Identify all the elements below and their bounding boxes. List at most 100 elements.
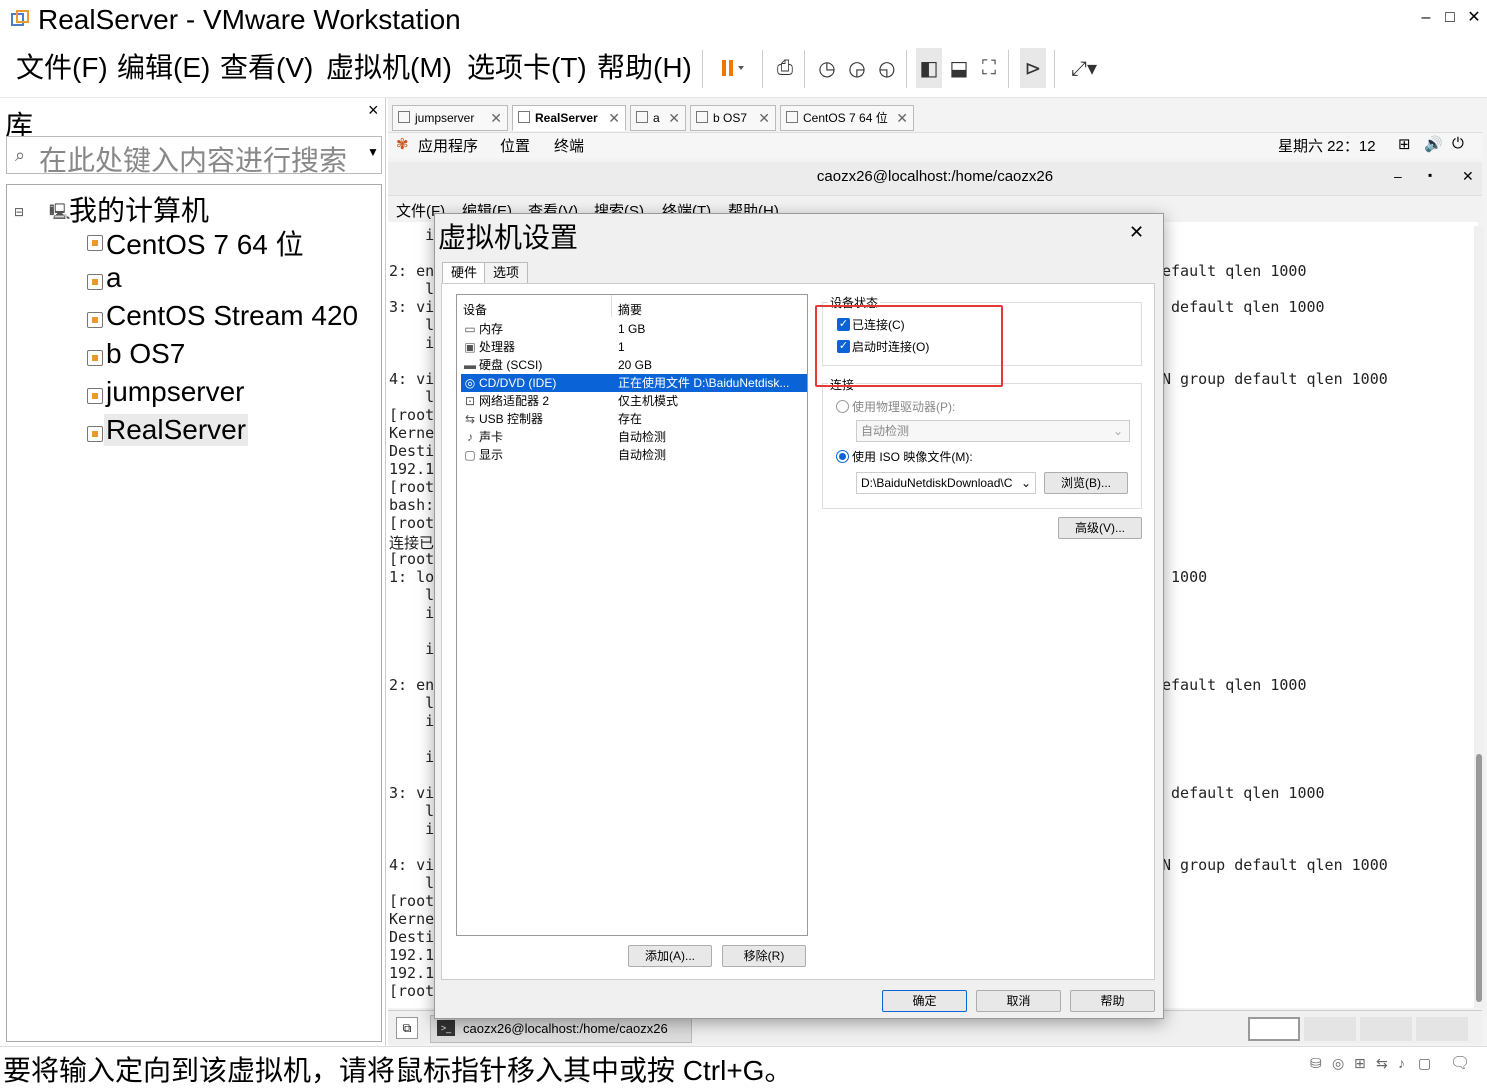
terminal-scrollbar[interactable] xyxy=(1474,226,1484,1008)
show-library-icon[interactable]: ◧ xyxy=(916,48,942,88)
menu-help[interactable]: 帮助(H) xyxy=(597,50,692,86)
device-row[interactable]: ▣ 处理器 1 xyxy=(461,338,807,356)
tab-close-icon[interactable]: ✕ xyxy=(668,106,680,130)
console-view-icon[interactable]: ⊳ xyxy=(1020,48,1046,88)
network-icon[interactable]: ⊞ xyxy=(1398,135,1411,153)
tree-item-a[interactable]: a xyxy=(104,262,124,294)
tree-item-centos-stream[interactable]: CentOS Stream 420 xyxy=(104,300,360,332)
menu-view[interactable]: 查看(V) xyxy=(220,50,313,86)
remove-device-button[interactable]: 移除(R) xyxy=(722,945,806,967)
guest-places-menu[interactable]: 位置 xyxy=(500,135,530,156)
radio-physical-drive[interactable] xyxy=(836,400,849,413)
menu-vm[interactable]: 虚拟机(M) xyxy=(326,50,452,86)
taskbar-terminal-item[interactable]: >_ caozx26@localhost:/home/caozx26 xyxy=(430,1015,692,1043)
workspace-2[interactable] xyxy=(1304,1017,1356,1041)
tab-close-icon[interactable]: ✕ xyxy=(896,106,908,130)
device-row[interactable]: ⇆ USB 控制器 存在 xyxy=(461,410,807,428)
device-row[interactable]: ⊡ 网络适配器 2 仅主机模式 xyxy=(461,392,807,410)
add-device-button[interactable]: 添加(A)... xyxy=(628,945,712,967)
library-search-input[interactable]: ⌕ 在此处键入内容进行搜索 ▼ xyxy=(6,136,382,176)
tab-label: CentOS 7 64 位 xyxy=(803,111,888,125)
display-status-icon[interactable]: ▢ xyxy=(1418,1055,1431,1072)
menu-file[interactable]: 文件(F) xyxy=(16,50,108,86)
menu-edit[interactable]: 编辑(E) xyxy=(117,50,210,86)
cancel-button[interactable]: 取消 xyxy=(976,990,1061,1012)
terminal-maximize-button[interactable]: ▪ xyxy=(1428,168,1432,182)
collapse-icon[interactable]: ⊟ xyxy=(14,205,24,219)
help-button[interactable]: 帮助 xyxy=(1070,990,1155,1012)
dialog-title: 虚拟机设置 xyxy=(438,222,579,253)
workspace-3[interactable] xyxy=(1360,1017,1412,1041)
fullscreen-icon[interactable]: ⛶ xyxy=(976,48,1002,88)
message-log-icon[interactable]: 🗨 xyxy=(1450,1053,1470,1073)
power-icon[interactable]: ⏻ xyxy=(1452,135,1464,152)
tab-b-os7[interactable]: b OS7 ✕ xyxy=(690,105,776,131)
stretch-guest-icon[interactable]: ⤢▾ xyxy=(1064,48,1104,88)
tab-close-icon[interactable]: ✕ xyxy=(490,106,502,130)
tab-realserver[interactable]: RealServer ✕ xyxy=(512,105,626,131)
hdd-status-icon[interactable]: ⛁ xyxy=(1310,1055,1322,1072)
menu-tabs[interactable]: 选项卡(T) xyxy=(467,50,587,86)
title-bar: RealServer - VMware Workstation – □ ✕ xyxy=(0,0,1487,40)
gnome-foot-icon: ✾ xyxy=(396,136,409,153)
device-summary: 存在 xyxy=(618,412,643,426)
scrollbar-thumb[interactable] xyxy=(1476,754,1482,1002)
terminal-line: Kerne xyxy=(389,910,435,928)
send-keys-icon[interactable]: ⎙ xyxy=(772,48,798,88)
use-physical-drive-label[interactable]: 使用物理驱动器(P): xyxy=(852,398,955,415)
tab-options[interactable]: 选项 xyxy=(484,262,529,284)
library-close-button[interactable]: × xyxy=(368,100,379,121)
tab-centos7[interactable]: CentOS 7 64 位 ✕ xyxy=(780,105,914,131)
tree-item-jumpserver[interactable]: jumpserver xyxy=(104,376,246,408)
iso-path-select[interactable]: D:\BaiduNetdiskDownload\C ⌄ xyxy=(856,472,1036,494)
usb-status-icon[interactable]: ⇆ xyxy=(1376,1055,1388,1072)
guest-terminal-menu[interactable]: 终端 xyxy=(554,135,584,156)
thumbnail-bar-icon[interactable]: ⬓ xyxy=(946,48,972,88)
terminal-close-button[interactable]: ✕ xyxy=(1462,168,1474,185)
device-row[interactable]: ◎ CD/DVD (IDE) 正在使用文件 D:\BaiduNetdisk... xyxy=(461,374,807,392)
volume-icon[interactable]: 🔊 xyxy=(1424,135,1443,153)
vm-settings-dialog: 虚拟机设置 ✕ 硬件 选项 设备 摘要 ▭ 内存 1 GB ▣ 处理器 1 ▬ 硬盘 (SCS… xyxy=(434,213,1164,1019)
close-button[interactable]: ✕ xyxy=(1460,6,1487,30)
network-status-icon[interactable]: ⊞ xyxy=(1354,1055,1366,1072)
use-iso-file-label[interactable]: 使用 ISO 映像文件(M): xyxy=(852,448,973,465)
advanced-button[interactable]: 高级(V)... xyxy=(1058,517,1142,539)
workspace-4[interactable] xyxy=(1416,1017,1468,1041)
device-summary: 正在使用文件 D:\BaiduNetdisk... xyxy=(618,376,790,390)
workspace-1[interactable] xyxy=(1248,1017,1300,1041)
physical-drive-select[interactable]: 自动检测 ⌄ xyxy=(856,420,1130,442)
device-row[interactable]: ▬ 硬盘 (SCSI) 20 GB xyxy=(461,356,807,374)
guest-apps-menu[interactable]: 应用程序 xyxy=(418,135,478,156)
device-row[interactable]: ▭ 内存 1 GB xyxy=(461,320,807,338)
tab-jumpserver[interactable]: jumpserver ✕ xyxy=(392,105,508,131)
tab-a[interactable]: a ✕ xyxy=(630,105,686,131)
tree-item-realserver[interactable]: RealServer xyxy=(104,414,249,446)
tree-item-centos7[interactable]: CentOS 7 64 位 xyxy=(104,223,306,263)
device-row[interactable]: ♪ 声卡 自动检测 xyxy=(461,428,807,446)
device-icon: ▢ xyxy=(464,448,476,462)
radio-iso-file[interactable] xyxy=(836,450,849,463)
tab-close-icon[interactable]: ✕ xyxy=(608,106,620,130)
tab-label: a xyxy=(653,111,660,125)
terminal-line: [root xyxy=(389,982,435,1000)
guest-clock[interactable]: 星期六 22：12 xyxy=(1278,135,1376,156)
terminal-line: [root xyxy=(389,892,435,910)
chevron-down-icon[interactable]: ▼ xyxy=(367,145,379,159)
tab-close-icon[interactable]: ✕ xyxy=(758,106,770,130)
device-name: 内存 xyxy=(479,322,504,336)
dialog-close-button[interactable]: ✕ xyxy=(1129,222,1144,243)
cdrom-status-icon[interactable]: ◎ xyxy=(1332,1055,1344,1072)
physical-drive-value: 自动检测 xyxy=(861,424,910,438)
revert-snapshot-icon[interactable]: ◶ xyxy=(844,48,870,88)
tree-item-b-os7[interactable]: b OS7 xyxy=(104,338,187,370)
snapshot-manager-icon[interactable]: ◵ xyxy=(874,48,900,88)
tab-hardware[interactable]: 硬件 xyxy=(442,262,487,284)
snapshot-icon[interactable]: ◷ xyxy=(814,48,840,88)
terminal-minimize-button[interactable]: – xyxy=(1394,168,1402,184)
sound-status-icon[interactable]: ♪ xyxy=(1398,1055,1405,1071)
device-row[interactable]: ▢ 显示 自动检测 xyxy=(461,446,807,464)
pause-icon[interactable] xyxy=(712,48,752,88)
show-desktop-icon[interactable]: ⧉ xyxy=(396,1017,418,1039)
ok-button[interactable]: 确定 xyxy=(882,990,967,1012)
browse-button[interactable]: 浏览(B)... xyxy=(1044,472,1128,494)
